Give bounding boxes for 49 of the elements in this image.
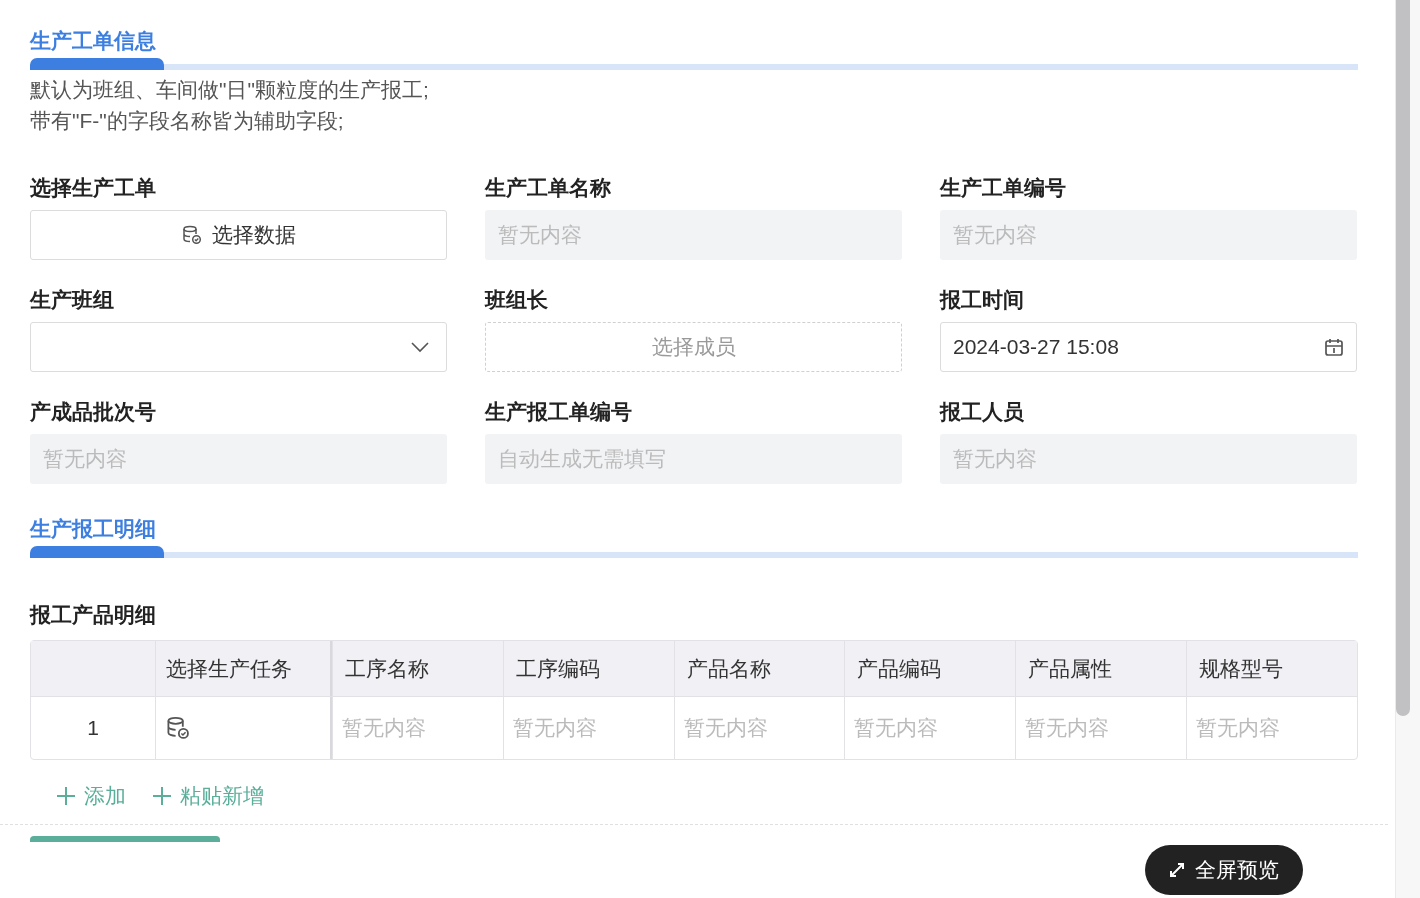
row-number: 1 (86, 715, 100, 741)
calendar-icon (1324, 337, 1344, 357)
column-header: 产品编码 (844, 641, 1016, 696)
field-label: 报工人员 (940, 399, 1025, 425)
dropdown-field[interactable] (30, 322, 447, 372)
note-text: 默认为班组、车间做"日"颗粒度的生产报工; (30, 77, 430, 103)
table-cell: 暂无内容 (1186, 697, 1357, 759)
plus-icon (56, 786, 76, 806)
readonly-field[interactable]: 暂无内容 (30, 434, 447, 484)
column-header: 选择生产任务 (155, 641, 332, 696)
column-header: 产品名称 (673, 641, 845, 696)
field-label: 生产工单名称 (485, 175, 612, 201)
select-data-button[interactable]: 选择数据 (30, 210, 447, 260)
database-check-icon[interactable] (166, 716, 190, 740)
column-header: 规格型号 (1186, 641, 1357, 696)
field-label: 生产工单编号 (940, 175, 1067, 201)
readonly-field[interactable]: 自动生成无需填写 (485, 434, 902, 484)
readonly-field[interactable]: 暂无内容 (940, 210, 1357, 260)
scrollbar-thumb[interactable] (1396, 0, 1410, 716)
database-check-icon (181, 225, 202, 245)
add-link[interactable]: 添加 (56, 782, 126, 810)
section-title: 生产工单信息 (30, 28, 156, 54)
table-cell: 暂无内容 (332, 697, 503, 759)
table-cell: 暂无内容 (844, 697, 1016, 759)
field-label: 选择生产工单 (30, 175, 157, 201)
table-title: 报工产品明细 (30, 602, 157, 628)
expand-icon (1169, 862, 1185, 878)
section-title: 生产报工明细 (30, 516, 156, 542)
readonly-field[interactable]: 暂无内容 (940, 434, 1357, 484)
chevron-down-icon (410, 341, 430, 353)
column-header: 工序编码 (502, 641, 674, 696)
fullscreen-button[interactable]: 全屏预览 (1145, 845, 1303, 895)
add-link[interactable]: 粘贴新增 (152, 782, 264, 810)
select-member-button[interactable]: 选择成员 (485, 322, 902, 372)
table-cell: 暂无内容 (502, 697, 674, 759)
field-label: 报工时间 (940, 287, 1025, 313)
table-cell: 暂无内容 (673, 697, 845, 759)
field-label: 生产班组 (30, 287, 115, 313)
field-label: 班组长 (485, 287, 549, 313)
field-label: 生产报工单编号 (485, 399, 633, 425)
datetime-field[interactable]: 2024-03-27 15:08 (940, 322, 1357, 372)
readonly-field[interactable]: 暂无内容 (485, 210, 902, 260)
plus-icon (152, 786, 172, 806)
scrollbar[interactable] (1395, 0, 1420, 898)
column-header: 产品属性 (1015, 641, 1187, 696)
field-label: 产成品批次号 (30, 399, 157, 425)
column-header: 工序名称 (332, 641, 503, 696)
note-text: 带有"F-"的字段名称皆为辅助字段; (30, 108, 345, 134)
table-cell: 暂无内容 (1015, 697, 1187, 759)
